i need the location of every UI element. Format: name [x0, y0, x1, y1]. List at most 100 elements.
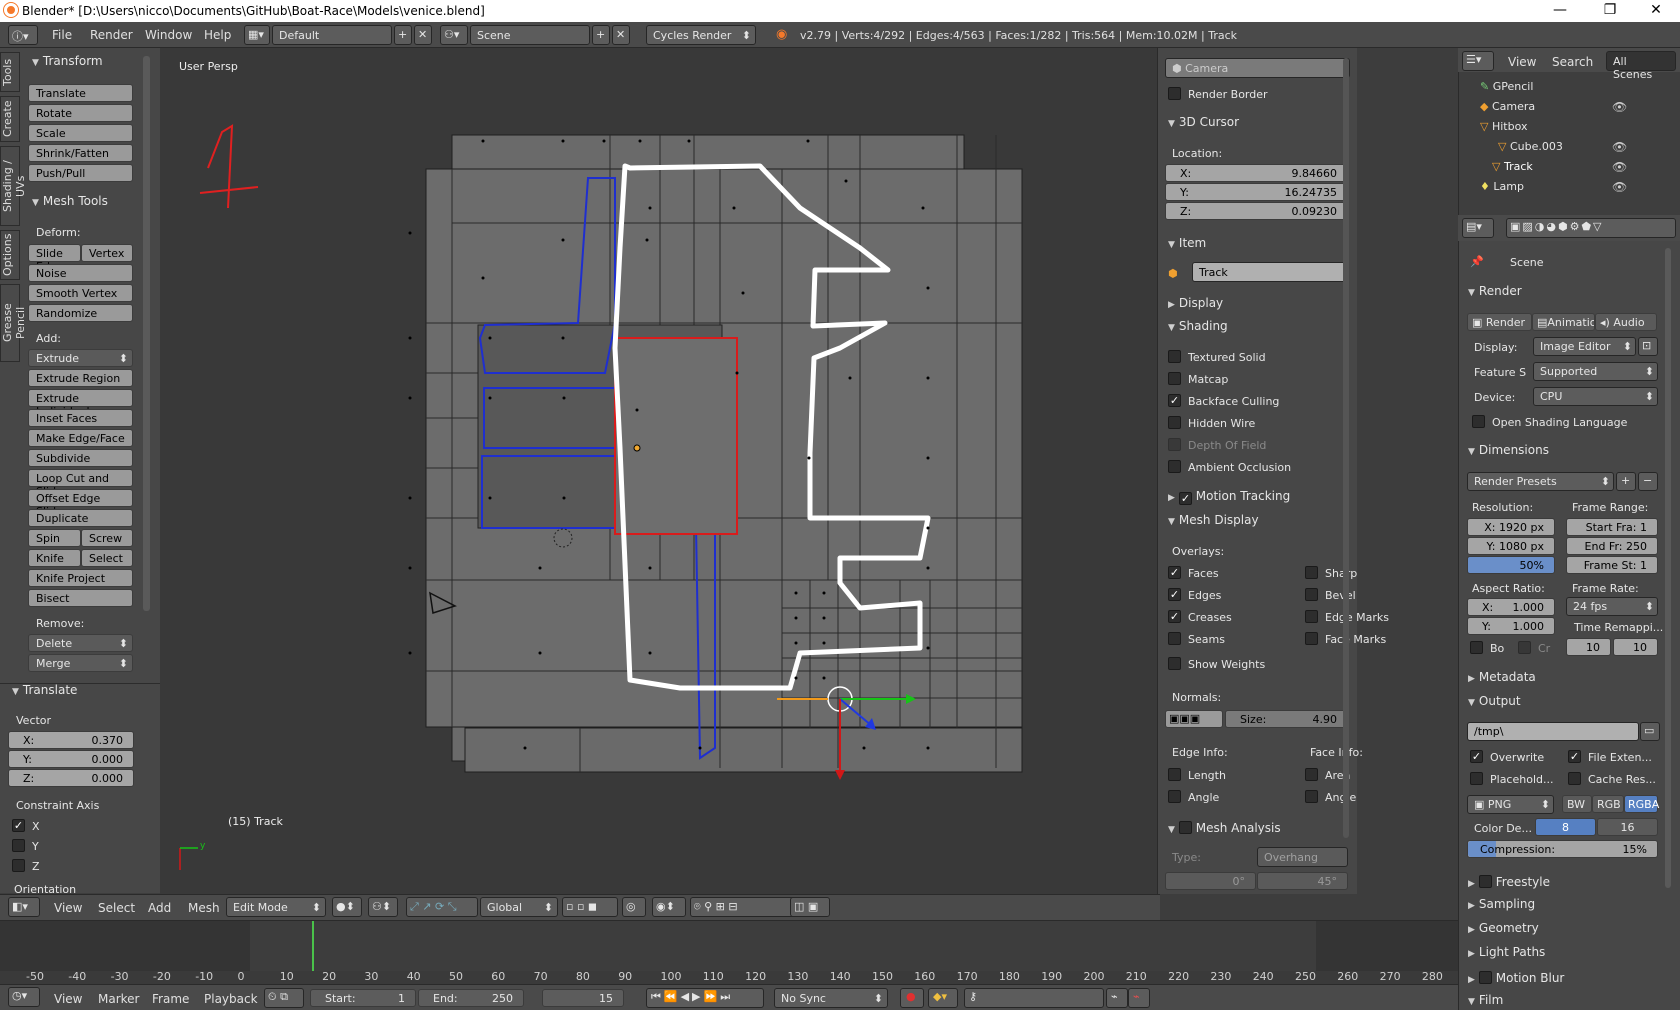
- close-icon[interactable]: ✕: [1636, 2, 1676, 18]
- frame-rate-selector[interactable]: 24 fps ⬍: [1566, 597, 1658, 616]
- outliner-view-menu[interactable]: View: [1508, 55, 1536, 69]
- 3d-cursor-panel-header[interactable]: ▼ 3D Cursor: [1168, 115, 1239, 129]
- current-frame-field[interactable]: 15: [542, 989, 624, 1007]
- constraint-y-checkbox[interactable]: [12, 839, 25, 852]
- make-edge-face-button[interactable]: Make Edge/Face: [28, 429, 133, 447]
- keyframe-icon[interactable]: ◆▾: [928, 988, 958, 1008]
- add-preset-icon[interactable]: +: [1616, 472, 1636, 491]
- outliner-item-hitbox[interactable]: ▽ Hitbox: [1480, 120, 1528, 133]
- item-panel-header[interactable]: ▼ Item: [1168, 236, 1206, 250]
- file-extensions-checkbox[interactable]: ✓: [1568, 750, 1581, 763]
- remove-preset-icon[interactable]: −: [1638, 472, 1658, 491]
- translate-button[interactable]: Translate: [28, 84, 133, 102]
- add-scene-icon[interactable]: +: [592, 25, 610, 45]
- frame-end-field[interactable]: End Fr: 250: [1566, 537, 1658, 555]
- sampling-panel-header[interactable]: ▶ Sampling: [1468, 897, 1535, 911]
- menu-select[interactable]: Select: [98, 901, 135, 915]
- transform-panel-header[interactable]: ▼ Transform: [32, 54, 103, 68]
- scene-selector[interactable]: Scene: [470, 25, 590, 45]
- tab-tools[interactable]: Tools: [0, 52, 20, 92]
- tab-grease-pencil[interactable]: Grease Pencil: [0, 284, 27, 362]
- dimensions-panel-header[interactable]: ▼ Dimensions: [1468, 443, 1549, 457]
- bevel-checkbox[interactable]: [1305, 588, 1318, 601]
- faces-checkbox[interactable]: ✓: [1168, 566, 1181, 579]
- display-selector[interactable]: Image Editor ⬍: [1533, 337, 1636, 356]
- film-panel-header[interactable]: ▼ Film: [1468, 993, 1503, 1007]
- shrink-fatten-button[interactable]: Shrink/Fatten: [28, 144, 133, 162]
- add-layout-icon[interactable]: +: [394, 25, 412, 45]
- render-panel-header[interactable]: ▼ Render: [1468, 284, 1522, 298]
- color-bw-button[interactable]: BW: [1562, 795, 1592, 813]
- vector-z-field[interactable]: Z: 0.000: [8, 769, 134, 787]
- loop-cut-slide-button[interactable]: Loop Cut and Slide: [28, 469, 133, 498]
- insert-keyframe-icon[interactable]: ⌁: [1106, 988, 1128, 1008]
- layout-selector[interactable]: Default: [272, 25, 392, 45]
- file-format-selector[interactable]: ▣ PNG ⬍: [1467, 795, 1554, 814]
- normals-display-icons[interactable]: ▣▣▣: [1165, 710, 1223, 728]
- edge-marks-checkbox[interactable]: [1305, 610, 1318, 623]
- proportional-edit-icon[interactable]: ◉⬍: [652, 897, 686, 917]
- face-area-checkbox[interactable]: [1305, 768, 1318, 781]
- output-path-field[interactable]: /tmp\: [1467, 722, 1639, 741]
- mode-selector[interactable]: Edit Mode ⬍: [226, 897, 326, 917]
- playback-controls-icons[interactable]: ⏮⏪◀▶⏩⏭: [646, 988, 764, 1008]
- npanel-scrollbar[interactable]: [1343, 58, 1349, 838]
- compression-field[interactable]: Compression: 15%: [1467, 840, 1658, 858]
- duplicate-button[interactable]: Duplicate: [28, 509, 133, 527]
- timeline-playback-menu[interactable]: Playback: [204, 992, 258, 1006]
- preview-range-icons[interactable]: ⏲ ⧉: [264, 988, 304, 1008]
- outliner-item-lamp[interactable]: ♦ Lamp: [1480, 180, 1524, 193]
- depth-of-field-checkbox[interactable]: [1168, 438, 1181, 451]
- smooth-vertex-button[interactable]: Smooth Vertex: [28, 284, 133, 302]
- face-marks-checkbox[interactable]: [1305, 632, 1318, 645]
- edge-angle-checkbox[interactable]: [1168, 790, 1181, 803]
- cursor-z-field[interactable]: Z: 0.09230: [1165, 202, 1348, 220]
- offset-edge-slide-button[interactable]: Offset Edge Slide: [28, 489, 133, 518]
- render-border-checkbox[interactable]: [1168, 87, 1181, 100]
- textured-solid-checkbox[interactable]: [1168, 350, 1181, 363]
- merge-dropdown[interactable]: Merge ⬍: [28, 654, 133, 672]
- analysis-max-angle[interactable]: 45°: [1257, 872, 1348, 890]
- pivot-point-icon[interactable]: ⚇⬍: [368, 897, 398, 917]
- outliner-item-camera[interactable]: ◆ Camera: [1480, 100, 1535, 113]
- current-frame-marker[interactable]: [312, 921, 314, 973]
- menu-view[interactable]: View: [54, 901, 82, 915]
- overwrite-checkbox[interactable]: ✓: [1470, 750, 1483, 763]
- remove-layout-icon[interactable]: ✕: [414, 25, 432, 45]
- analysis-type-selector[interactable]: Overhang: [1257, 847, 1348, 867]
- motion-blur-panel-header[interactable]: ▶ Motion Blur: [1468, 969, 1564, 985]
- edges-checkbox[interactable]: ✓: [1168, 588, 1181, 601]
- vector-y-field[interactable]: Y: 0.000: [8, 750, 134, 768]
- cursor-y-field[interactable]: Y: 16.24735: [1165, 183, 1348, 201]
- frame-step-field[interactable]: Frame St: 1: [1566, 556, 1658, 574]
- pin-icon[interactable]: 📌: [1470, 255, 1484, 268]
- resolution-y-field[interactable]: Y: 1080 px: [1467, 537, 1555, 555]
- color-depth-8-button[interactable]: 8: [1535, 818, 1596, 836]
- cache-result-checkbox[interactable]: [1568, 772, 1581, 785]
- render-still-button[interactable]: ▣ Render: [1467, 313, 1532, 331]
- constraint-z-checkbox[interactable]: [12, 859, 25, 872]
- device-selector[interactable]: CPU ⬍: [1533, 387, 1658, 406]
- motion-tracking-checkbox[interactable]: ✓: [1178, 492, 1192, 505]
- backface-culling-checkbox[interactable]: ✓: [1168, 394, 1181, 407]
- remap-old-field[interactable]: 10: [1566, 638, 1611, 656]
- freestyle-checkbox[interactable]: [1478, 875, 1492, 888]
- outliner-item-track[interactable]: ▽ Track: [1492, 160, 1533, 173]
- light-paths-panel-header[interactable]: ▶ Light Paths: [1468, 945, 1545, 959]
- screw-button[interactable]: Screw: [81, 529, 133, 547]
- show-weights-checkbox[interactable]: [1168, 657, 1181, 670]
- local-camera-field[interactable]: ⬢ Camera: [1165, 58, 1350, 78]
- constraint-x-checkbox[interactable]: ✓: [12, 819, 25, 832]
- delete-dropdown[interactable]: Delete ⬍: [28, 634, 133, 652]
- vector-x-field[interactable]: X: 0.370: [8, 731, 134, 749]
- editor-type-outliner-icon[interactable]: ☰▾: [1462, 51, 1494, 71]
- tab-shading-uvs[interactable]: Shading / UVs: [0, 146, 27, 226]
- render-preview-icons[interactable]: ◫ ▣: [790, 897, 830, 917]
- tab-options[interactable]: Options: [0, 230, 20, 280]
- timeline-view-menu[interactable]: View: [54, 992, 82, 1006]
- metadata-panel-header[interactable]: ▶ Metadata: [1468, 670, 1536, 684]
- occlude-geometry-icon[interactable]: ◎: [622, 897, 646, 917]
- hidden-wire-checkbox[interactable]: [1168, 416, 1181, 429]
- lock-interface-icon[interactable]: ⊡: [1638, 337, 1658, 356]
- resolution-percent-field[interactable]: 50%: [1467, 556, 1555, 574]
